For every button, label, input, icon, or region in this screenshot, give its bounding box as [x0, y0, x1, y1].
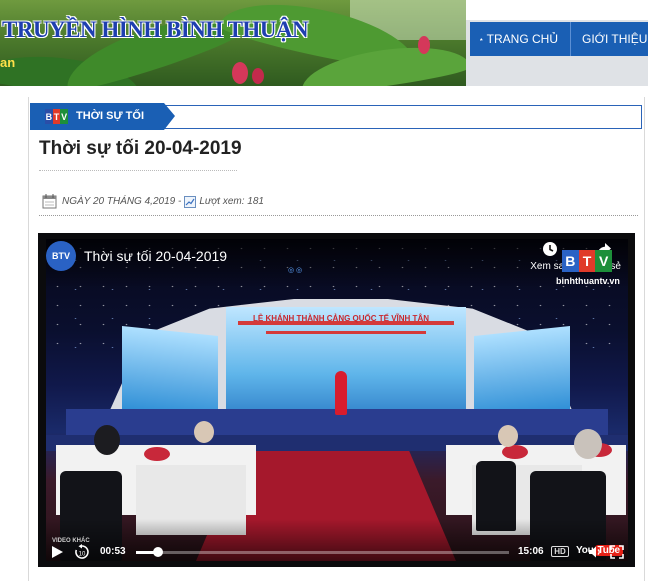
banner-fruit	[252, 68, 264, 84]
venue-logo: ◎ ◎	[288, 267, 303, 274]
banner-fruit	[418, 36, 430, 54]
progress-bar[interactable]	[136, 547, 509, 557]
svg-text:10: 10	[79, 552, 86, 558]
site-title[interactable]: TRUYỀN HÌNH BÌNH THUẬN	[2, 17, 309, 43]
banner-leaf	[58, 3, 242, 86]
title-divider	[39, 170, 237, 171]
video-title[interactable]: Thời sự tối 20-04-2019	[84, 248, 227, 264]
volume-icon[interactable]	[588, 545, 602, 559]
btv-logo: B T V	[45, 109, 69, 124]
banner-fruit	[232, 62, 248, 84]
stage-banner-text: LỄ KHÁNH THÀNH CẢNG QUỐC TẾ VĨNH TÂN	[253, 314, 429, 323]
progress-handle[interactable]	[153, 547, 164, 557]
header-banner	[0, 0, 466, 86]
clock-icon	[543, 242, 557, 256]
meta-divider	[39, 215, 638, 216]
video-controls: VIDEO KHÁC 10 00:53 15:06 HD You Tube	[38, 537, 635, 567]
article-date: NGÀY 20 THÁNG 4,2019 -	[62, 196, 182, 207]
current-time: 00:53	[100, 546, 126, 557]
channel-avatar[interactable]: BTV	[46, 241, 76, 271]
rewind-10-icon[interactable]: 10	[74, 544, 90, 560]
article-title: Thời sự tối 20-04-2019	[39, 138, 242, 159]
play-icon[interactable]	[50, 545, 64, 559]
video-player[interactable]	[38, 233, 635, 567]
main-nav: TRANG CHỦ GIỚI THIỆU	[470, 22, 648, 56]
nav-item-about-label: GIỚI THIỆU	[582, 32, 648, 46]
nav-item-home[interactable]: TRANG CHỦ	[470, 22, 571, 56]
home-icon	[480, 37, 483, 41]
duration: 15:06	[518, 546, 544, 557]
watermark-url: binhthuantv.vn	[556, 276, 620, 286]
hd-badge[interactable]: HD	[551, 546, 569, 557]
watermark-logo: B T V	[562, 250, 613, 272]
article-meta: NGÀY 20 THÁNG 4,2019 - Lượt xem: 181	[42, 194, 264, 209]
fullscreen-icon[interactable]	[610, 545, 624, 559]
chart-views-icon	[184, 195, 197, 208]
calendar-icon	[42, 194, 57, 209]
video-frame	[46, 239, 628, 561]
nav-item-about[interactable]: GIỚI THIỆU	[571, 22, 648, 56]
category-label[interactable]: THỜI SỰ TỐI	[76, 110, 144, 122]
site-subtitle: an	[0, 55, 16, 70]
article-views: Lượt xem: 181	[199, 196, 264, 207]
nav-item-home-label: TRANG CHỦ	[486, 32, 558, 46]
